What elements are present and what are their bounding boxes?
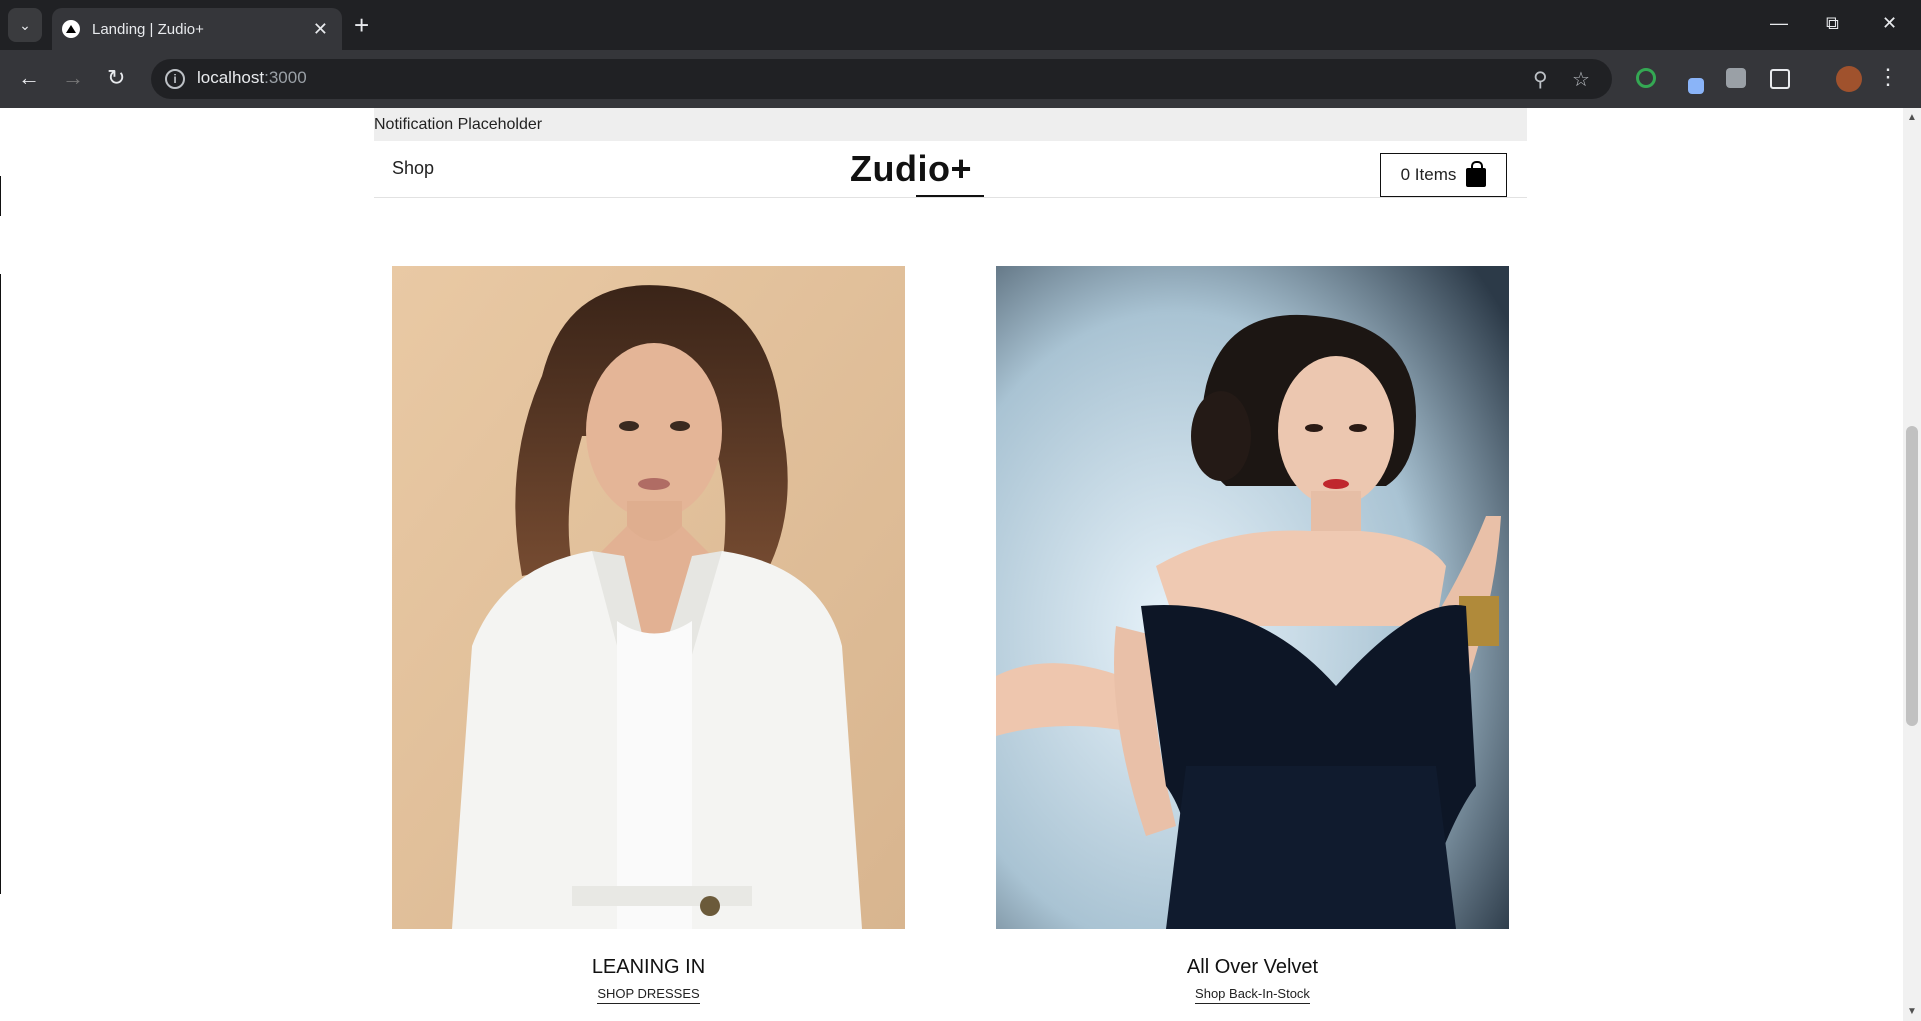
minimize-icon[interactable]: — <box>1770 8 1788 38</box>
address-bar[interactable]: i localhost:3000 ⚲ ☆ <box>151 59 1612 99</box>
browser-menu-icon[interactable]: ⋮ <box>1877 64 1899 90</box>
collection-card: All Over Velvet Shop Back-In-Stock <box>996 266 1509 1004</box>
restore-icon[interactable]: ⧉ <box>1826 8 1839 38</box>
collection-image[interactable] <box>996 266 1509 929</box>
edge-divider <box>0 176 1 216</box>
nav-shop-link[interactable]: Shop <box>392 158 434 179</box>
profile-avatar[interactable] <box>1836 66 1862 92</box>
page-scrollbar[interactable]: ▲ ▼ <box>1903 108 1921 1021</box>
site-logo[interactable]: Zudio+ <box>850 148 972 190</box>
extension-circle-icon[interactable] <box>1636 68 1656 88</box>
site-info-icon[interactable]: i <box>165 69 185 89</box>
zoom-icon[interactable]: ⚲ <box>1533 67 1548 92</box>
extension-pen-icon[interactable] <box>1688 78 1704 94</box>
tab-title: Landing | Zudio+ <box>92 20 204 38</box>
tab-close-icon[interactable]: ✕ <box>313 19 328 40</box>
page-viewport: Notification Placeholder Shop Zudio+ 0 I… <box>0 108 1903 1021</box>
cart-count: 0 Items <box>1400 165 1457 184</box>
collection-card: LEANING IN SHOP DRESSES <box>392 266 905 1004</box>
browser-toolbar: ← → ↻ i localhost:3000 ⚲ ☆ ⋮ <box>0 50 1921 108</box>
new-tab-icon[interactable]: + <box>354 10 369 40</box>
url-text[interactable]: localhost:3000 <box>197 68 307 88</box>
shopping-bag-icon <box>1466 160 1487 187</box>
notification-text: Notification Placeholder <box>374 116 543 133</box>
collection-title: All Over Velvet <box>1186 956 1319 978</box>
collection-title: LEANING IN <box>591 956 706 978</box>
tab-search-chevron-icon[interactable]: ⌄ <box>8 8 42 42</box>
collection-link[interactable]: Shop Back-In-Stock <box>1195 986 1310 1004</box>
favicon-icon <box>62 20 80 38</box>
browser-tab-bar: ⌄ Landing | Zudio+ ✕ + — ⧉ ✕ <box>0 0 1921 50</box>
bookmark-star-icon[interactable]: ☆ <box>1572 67 1590 92</box>
back-arrow-icon[interactable]: ← <box>18 63 40 93</box>
scrollbar-thumb[interactable] <box>1906 426 1918 726</box>
logo-underline <box>916 195 984 197</box>
collection-link[interactable]: SHOP DRESSES <box>597 986 700 1004</box>
site-header: Shop Zudio+ 0 Items <box>374 141 1527 198</box>
edge-divider <box>0 274 1 894</box>
close-window-icon[interactable]: ✕ <box>1882 8 1897 38</box>
scroll-up-arrow-icon[interactable]: ▲ <box>1907 112 1917 123</box>
scroll-down-arrow-icon[interactable]: ▼ <box>1907 1006 1917 1017</box>
notification-bar: Notification Placeholder <box>374 108 1527 141</box>
reload-icon[interactable]: ↻ <box>107 63 125 93</box>
forward-arrow-icon[interactable]: → <box>62 63 84 93</box>
browser-tab[interactable]: Landing | Zudio+ ✕ <box>52 8 342 50</box>
collection-image[interactable] <box>392 266 905 929</box>
extensions-puzzle-icon[interactable] <box>1770 69 1790 89</box>
cart-button[interactable]: 0 Items <box>1380 153 1507 197</box>
extension-hand-icon[interactable] <box>1726 68 1746 88</box>
